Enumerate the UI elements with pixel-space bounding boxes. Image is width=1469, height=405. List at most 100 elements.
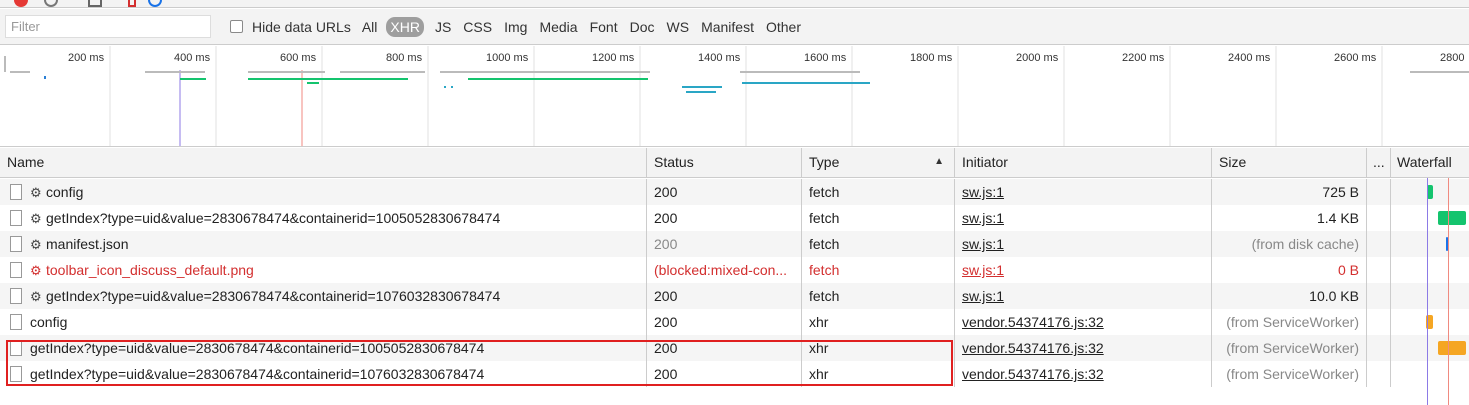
cell-initiator[interactable]: sw.js:1 — [955, 179, 1212, 205]
cell-initiator[interactable]: sw.js:1 — [955, 283, 1212, 309]
column-header-type[interactable]: Type ▲ — [802, 148, 955, 178]
initiator-link[interactable]: vendor.54374176.js:32 — [962, 340, 1104, 356]
size-value: (from ServiceWorker) — [1226, 340, 1359, 356]
type-filter-manifest[interactable]: Manifest — [700, 17, 755, 37]
type-filter-ws[interactable]: WS — [666, 17, 691, 37]
table-row[interactable]: ⚙ manifest.json 200 fetch sw.js:1 (from disk … — [0, 231, 1469, 257]
cell-status: 200 — [647, 361, 802, 387]
status-value: 200 — [654, 340, 678, 356]
file-icon — [10, 366, 22, 383]
cell-more — [1367, 335, 1391, 361]
column-header-initiator[interactable]: Initiator — [955, 148, 1212, 178]
cell-name[interactable]: ⚙ getIndex?type=uid&value=2830678474&cont… — [0, 283, 647, 309]
cell-name[interactable]: ⚙ getIndex?type=uid&value=2830678474&cont… — [0, 205, 647, 231]
clear-icon[interactable] — [44, 0, 58, 7]
status-value: 200 — [654, 366, 678, 382]
tick-label: 1000 ms — [486, 52, 529, 64]
cell-initiator[interactable]: vendor.54374176.js:32 — [955, 335, 1212, 361]
cell-initiator[interactable]: sw.js:1 — [955, 257, 1212, 283]
filter-input[interactable] — [5, 15, 211, 38]
initiator-link[interactable]: sw.js:1 — [962, 184, 1004, 200]
table-row[interactable]: ⚙ config 200 fetch sw.js:1 725 B — [0, 179, 1469, 205]
type-filter-other[interactable]: Other — [765, 17, 802, 37]
type-filter-img[interactable]: Img — [503, 17, 528, 37]
cell-status: 200 — [647, 309, 802, 335]
initiator-link[interactable]: sw.js:1 — [962, 236, 1004, 252]
cell-initiator[interactable]: vendor.54374176.js:32 — [955, 309, 1212, 335]
file-icon — [10, 314, 22, 331]
table-row[interactable]: getIndex?type=uid&value=2830678474&conta… — [0, 335, 1469, 361]
cell-name[interactable]: ⚙ manifest.json — [0, 231, 647, 257]
cell-name[interactable]: ⚙ config — [0, 179, 647, 205]
column-header-more[interactable]: ... — [1367, 148, 1391, 178]
cell-initiator[interactable]: sw.js:1 — [955, 205, 1212, 231]
dom-content-loaded-line — [1427, 178, 1428, 405]
search-icon[interactable] — [148, 0, 162, 7]
initiator-link[interactable]: vendor.54374176.js:32 — [962, 314, 1104, 330]
cell-initiator[interactable]: vendor.54374176.js:32 — [955, 361, 1212, 387]
file-icon — [10, 288, 22, 305]
request-name: manifest.json — [46, 236, 129, 252]
cell-more — [1367, 231, 1391, 257]
cell-status: 200 — [647, 179, 802, 205]
cell-type: xhr — [802, 309, 955, 335]
type-filter-font[interactable]: Font — [589, 17, 619, 37]
type-value: xhr — [809, 314, 829, 330]
status-value: (blocked:mixed-con... — [654, 262, 788, 278]
type-filter-css[interactable]: CSS — [462, 17, 493, 37]
cell-size: 0 B — [1212, 257, 1367, 283]
cell-initiator[interactable]: sw.js:1 — [955, 231, 1212, 257]
tick-label: 400 ms — [174, 52, 211, 64]
type-filter-js[interactable]: JS — [434, 17, 452, 37]
table-row[interactable]: getIndex?type=uid&value=2830678474&conta… — [0, 361, 1469, 387]
request-name: getIndex?type=uid&value=2830678474&conta… — [30, 340, 485, 356]
cell-name[interactable]: getIndex?type=uid&value=2830678474&conta… — [0, 361, 647, 387]
cell-status: 200 — [647, 231, 802, 257]
cell-status: (blocked:mixed-con... — [647, 257, 802, 283]
tick-label: 800 ms — [386, 52, 423, 64]
column-header-status[interactable]: Status — [647, 148, 802, 178]
table-row[interactable]: ⚙ getIndex?type=uid&value=2830678474&cont… — [0, 205, 1469, 231]
table-row[interactable]: ⚙ getIndex?type=uid&value=2830678474&cont… — [0, 283, 1469, 309]
type-filter-media[interactable]: Media — [538, 17, 578, 37]
column-header-waterfall[interactable]: Waterfall — [1391, 148, 1469, 178]
hide-data-urls-toggle[interactable]: Hide data URLs — [230, 19, 351, 35]
cell-size: (from disk cache) — [1212, 231, 1367, 257]
waterfall-bar — [1438, 211, 1466, 225]
tick-label: 2800 — [1440, 52, 1465, 64]
cell-name[interactable]: config — [0, 309, 647, 335]
initiator-link[interactable]: vendor.54374176.js:32 — [962, 366, 1104, 382]
cell-status: 200 — [647, 335, 802, 361]
type-value: fetch — [809, 184, 840, 200]
hide-data-urls-checkbox[interactable] — [230, 20, 243, 33]
initiator-link[interactable]: sw.js:1 — [962, 288, 1004, 304]
tick-label: 1400 ms — [698, 52, 741, 64]
cell-name[interactable]: ⚙ toolbar_icon_discuss_default.png — [0, 257, 647, 283]
status-value: 200 — [654, 210, 678, 226]
service-worker-gear-icon: ⚙ — [30, 185, 42, 200]
cell-name[interactable]: getIndex?type=uid&value=2830678474&conta… — [0, 335, 647, 361]
type-filter-doc[interactable]: Doc — [629, 17, 656, 37]
request-name: config — [46, 184, 84, 200]
record-icon[interactable] — [14, 0, 28, 7]
type-value: fetch — [809, 262, 840, 278]
filter-funnel-icon[interactable] — [128, 0, 136, 7]
column-header-size[interactable]: Size — [1212, 148, 1367, 178]
timeline-overview[interactable]: 200 ms 400 ms 600 ms 800 ms 1000 ms 1200… — [0, 46, 1469, 147]
type-filter-xhr[interactable]: XHR — [386, 16, 424, 37]
cell-size: (from ServiceWorker) — [1212, 361, 1367, 387]
cell-type: xhr — [802, 335, 955, 361]
type-filter-all[interactable]: All — [361, 17, 379, 37]
requests-table: Name Status Type ▲ Initiator Size ... Wa… — [0, 148, 1469, 405]
table-row[interactable]: ⚙ toolbar_icon_discuss_default.png (blocke… — [0, 257, 1469, 283]
size-value: 0 B — [1337, 262, 1359, 278]
initiator-link[interactable]: sw.js:1 — [962, 210, 1004, 226]
file-icon — [10, 184, 22, 201]
cell-more — [1367, 257, 1391, 283]
tick-label: 1800 ms — [910, 52, 953, 64]
initiator-link[interactable]: sw.js:1 — [962, 262, 1004, 278]
column-header-name[interactable]: Name — [0, 148, 647, 178]
view-icon[interactable] — [88, 0, 102, 7]
table-row[interactable]: config 200 xhr vendor.54374176.js:32 (from S… — [0, 309, 1469, 335]
size-value: 1.4 KB — [1316, 210, 1359, 226]
